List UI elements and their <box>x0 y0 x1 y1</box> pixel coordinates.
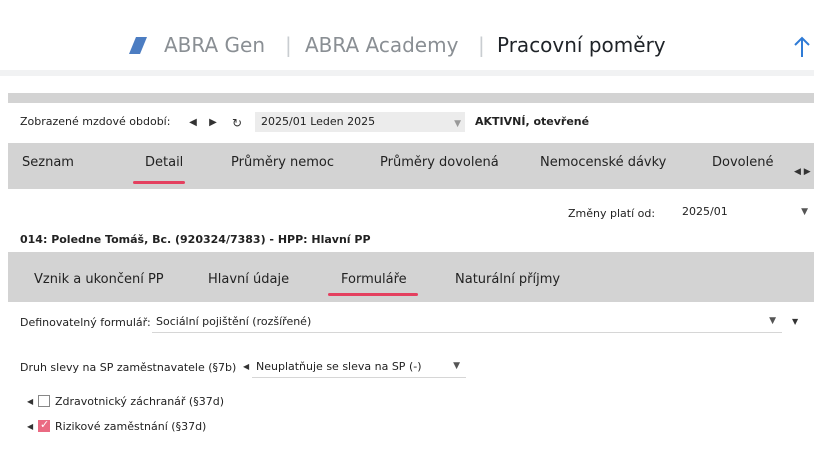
chevron-down-icon: ▼ <box>801 207 808 217</box>
form-area: Definovatelný formulář: Sociální pojiště… <box>8 302 814 452</box>
header-bar: ABRA Gen | ABRA Academy | Pracovní poměr… <box>0 30 814 64</box>
definable-form-value: Sociální pojištění (rozšířené) <box>156 315 312 328</box>
chevron-down-icon: ▼ <box>453 361 460 371</box>
subtab-naturalni-prijmy[interactable]: Naturální příjmy <box>455 272 560 287</box>
period-select[interactable]: 2025/01 Leden 2025 ▼ <box>255 112 465 132</box>
discount-value: Neuplatňuje se sleva na SP (-) <box>256 360 422 373</box>
chevron-down-icon[interactable]: ▼ <box>792 317 798 326</box>
checkmark-icon: ✓ <box>40 418 50 431</box>
employee-name: 014: Poledne Tomáš, Bc. (920324/7383) - … <box>20 233 371 246</box>
arrow-up-icon[interactable] <box>794 36 810 58</box>
chevron-left-icon[interactable]: ◀ <box>27 422 33 431</box>
subtab-formulare[interactable]: Formuláře <box>341 272 407 287</box>
sub-tabs: Vznik a ukončení PP Hlavní údaje Formulá… <box>8 252 814 302</box>
period-value: 2025/01 Leden 2025 <box>261 115 376 128</box>
chevron-left-icon[interactable]: ◀ <box>27 397 33 406</box>
rizikove-label: Rizikové zaměstnání (§37d) <box>55 420 207 433</box>
period-prev-icon[interactable]: ◀ <box>186 115 200 131</box>
period-status: AKTIVNÍ, otevřené <box>475 115 590 128</box>
active-subtab-indicator <box>328 293 418 296</box>
academy-link[interactable]: ABRA Academy <box>305 33 458 57</box>
changes-label: Změny platí od: <box>568 207 656 220</box>
tabs-scroll-icon[interactable]: ◀ ▶ <box>794 167 814 181</box>
discount-label: Druh slevy na SP zaměstnavatele (§7b) <box>20 361 237 374</box>
page-title: Pracovní poměry <box>497 33 666 57</box>
tab-prumery-nemoc[interactable]: Průměry nemoc <box>231 155 334 170</box>
abra-logo-icon <box>129 37 147 54</box>
chevron-down-icon: ▼ <box>769 316 776 326</box>
brand-name[interactable]: ABRA Gen <box>164 33 265 57</box>
refresh-icon[interactable]: ↻ <box>230 115 244 131</box>
payroll-frame: Zobrazené mzdové období: ◀ ▶ ↻ 2025/01 L… <box>8 93 814 452</box>
frame-top-bar <box>8 93 814 103</box>
period-next-icon[interactable]: ▶ <box>206 115 220 131</box>
employee-row: Změny platí od: 2025/01 ▼ 014: Poledne T… <box>8 189 814 249</box>
header-separator: | <box>478 33 485 57</box>
changes-value: 2025/01 <box>682 205 728 218</box>
rizikove-checkbox[interactable]: ✓ <box>38 418 50 432</box>
app-header: ABRA Gen | ABRA Academy | Pracovní poměr… <box>0 0 814 92</box>
subtab-hlavni-udaje[interactable]: Hlavní údaje <box>208 272 289 287</box>
definable-form-select[interactable]: Sociální pojištění (rozšířené) ▼ <box>152 312 782 333</box>
changes-select[interactable]: 2025/01 ▼ <box>678 201 814 223</box>
tab-dovolene[interactable]: Dovolené <box>712 155 773 170</box>
discount-select[interactable]: Neuplatňuje se sleva na SP (-) ▼ <box>252 357 466 378</box>
tab-nemocenske-davky[interactable]: Nemocenské dávky <box>540 155 666 170</box>
tab-seznam[interactable]: Seznam <box>22 155 74 170</box>
main-tabs: Seznam Detail Průměry nemoc Průměry dovo… <box>8 143 814 189</box>
subtab-vznik-ukonceni[interactable]: Vznik a ukončení PP <box>34 272 164 287</box>
header-separator: | <box>285 33 292 57</box>
active-tab-indicator <box>133 181 185 184</box>
zdravotnicky-label: Zdravotnický záchranář (§37d) <box>55 395 224 408</box>
zdravotnicky-checkbox[interactable] <box>38 395 50 407</box>
tab-detail[interactable]: Detail <box>145 155 183 170</box>
header-divider <box>0 70 814 76</box>
period-label: Zobrazené mzdové období: <box>20 115 171 128</box>
definable-form-label: Definovatelný formulář: <box>20 316 151 329</box>
period-row: Zobrazené mzdové období: ◀ ▶ ↻ 2025/01 L… <box>8 103 814 143</box>
chevron-down-icon: ▼ <box>454 119 461 129</box>
tab-prumery-dovolena[interactable]: Průměry dovolená <box>380 155 499 170</box>
chevron-left-icon[interactable]: ◀ <box>243 362 249 371</box>
